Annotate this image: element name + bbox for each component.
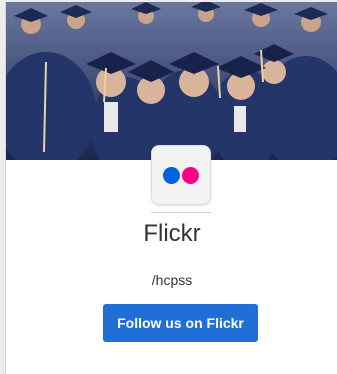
follow-button[interactable]: Follow us on Flickr	[103, 304, 258, 342]
flickr-blue-dot	[163, 167, 180, 184]
flickr-icon	[151, 145, 211, 205]
service-title: Flickr	[143, 220, 201, 247]
flickr-card: Flickr /hcpss Follow us on Flickr	[5, 2, 337, 374]
flickr-pink-dot	[182, 167, 199, 184]
hero-image	[6, 2, 337, 160]
account-handle: /hcpss	[151, 272, 193, 288]
divider	[151, 212, 211, 213]
